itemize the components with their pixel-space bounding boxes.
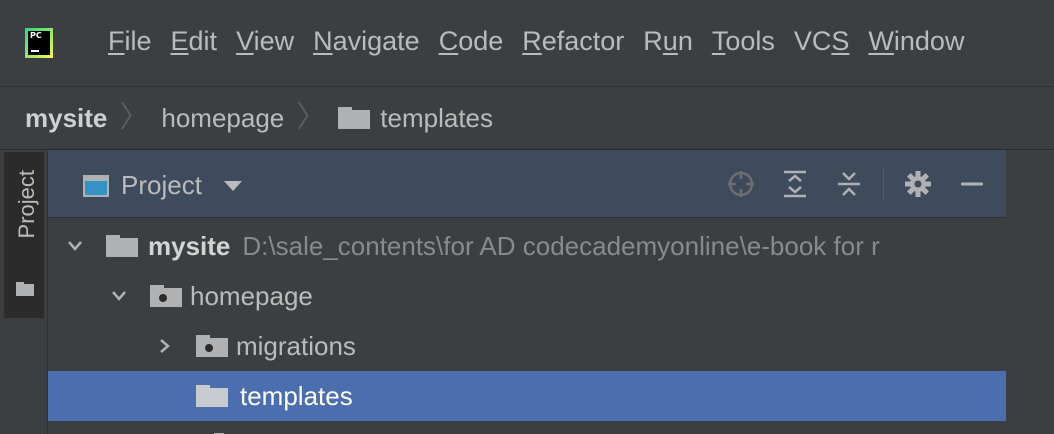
chevron-down-icon bbox=[223, 180, 242, 191]
tree-item-label: migrations bbox=[236, 330, 356, 361]
menu-file[interactable]: File bbox=[108, 26, 152, 57]
menu-vcs[interactable]: VCS bbox=[794, 26, 850, 57]
tree-row-homepage[interactable]: homepage bbox=[48, 271, 1006, 321]
menu-code[interactable]: Code bbox=[439, 26, 504, 57]
menu-navigate[interactable]: Navigate bbox=[313, 26, 420, 57]
project-view-label: Project bbox=[121, 170, 202, 200]
tree-row-migrations[interactable]: migrations bbox=[48, 321, 1006, 371]
collapse-all-icon[interactable] bbox=[829, 164, 869, 204]
expand-all-icon[interactable] bbox=[775, 164, 815, 204]
project-view-icon bbox=[83, 174, 109, 197]
ide-window: PC File Edit View Navigate Code Refactor… bbox=[0, 0, 1054, 434]
folder-icon bbox=[106, 235, 138, 257]
tree-item-path: D:\sale_contents\for AD codecademyonline… bbox=[242, 230, 880, 261]
tree-item-label: homepage bbox=[190, 280, 313, 311]
panel-toolbar bbox=[721, 150, 1006, 218]
tree-row-mysite[interactable]: mysite D:\sale_contents\for AD codecadem… bbox=[48, 221, 1006, 271]
menu-items: File Edit View Navigate Code Refactor Ru… bbox=[108, 26, 983, 57]
project-panel-header: Project bbox=[48, 150, 1006, 218]
folder-icon bbox=[16, 282, 34, 296]
folder-icon bbox=[196, 385, 230, 407]
breadcrumb-templates[interactable]: templates bbox=[380, 103, 493, 134]
menu-bar: PC File Edit View Navigate Code Refactor… bbox=[0, 0, 1054, 86]
pycharm-logo-icon: PC bbox=[25, 28, 53, 58]
menu-edit[interactable]: Edit bbox=[171, 26, 218, 57]
menu-refactor[interactable]: Refactor bbox=[522, 26, 624, 57]
tree-item-label: templates bbox=[240, 380, 353, 411]
folder-icon bbox=[338, 107, 371, 129]
navigation-bar: mysite 〉 homepage 〉 templates bbox=[0, 86, 1054, 150]
package-folder-icon bbox=[196, 335, 228, 357]
tree-row-templates[interactable]: templates bbox=[48, 371, 1006, 421]
menu-tools[interactable]: Tools bbox=[712, 26, 775, 57]
minimize-icon[interactable] bbox=[952, 164, 992, 204]
tree-item-label: mysite bbox=[148, 230, 231, 261]
menu-view[interactable]: View bbox=[236, 26, 294, 57]
breadcrumb-separator: 〉 bbox=[296, 101, 327, 134]
left-tool-strip: Project bbox=[0, 150, 48, 434]
chevron-down-icon[interactable] bbox=[66, 237, 84, 255]
breadcrumb-homepage[interactable]: homepage bbox=[161, 103, 284, 134]
tree-row-partial bbox=[48, 421, 1006, 434]
project-view-dropdown[interactable]: Project bbox=[83, 170, 242, 201]
project-tool-tab-label: Project bbox=[14, 170, 39, 239]
menu-window[interactable]: Window bbox=[868, 26, 964, 57]
project-tool-tab[interactable]: Project bbox=[4, 152, 44, 318]
locate-file-icon[interactable] bbox=[721, 164, 761, 204]
project-panel: Project mysite D:\sale_contents\for AD c… bbox=[48, 150, 1006, 434]
chevron-down-icon[interactable] bbox=[110, 287, 128, 305]
package-folder-icon bbox=[150, 285, 182, 307]
toolbar-separator bbox=[883, 167, 884, 201]
menu-run[interactable]: Run bbox=[643, 26, 693, 57]
gear-icon[interactable] bbox=[898, 164, 938, 204]
breadcrumb-project[interactable]: mysite bbox=[25, 103, 107, 134]
breadcrumb-separator: 〉 bbox=[119, 101, 150, 134]
chevron-right-icon[interactable] bbox=[156, 337, 174, 355]
